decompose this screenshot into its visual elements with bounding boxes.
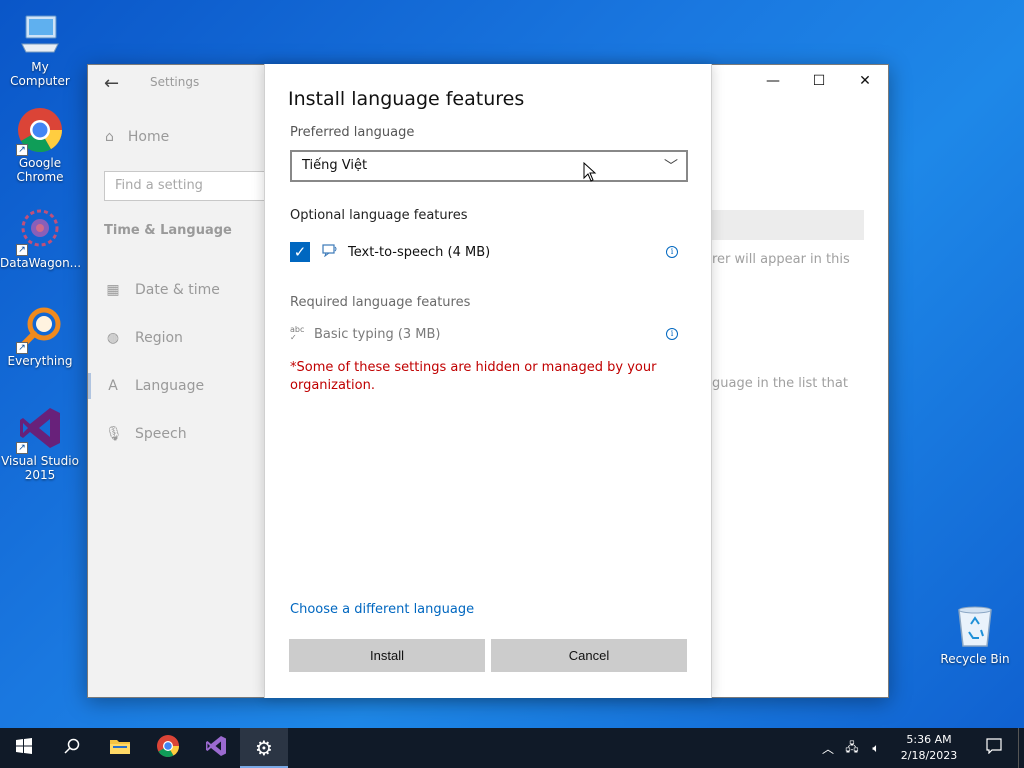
maximize-icon[interactable]: ☐ <box>796 65 842 97</box>
notification-icon <box>986 738 1002 758</box>
chrome-icon <box>156 734 180 762</box>
search-button[interactable] <box>48 728 96 768</box>
show-desktop-button[interactable] <box>1018 728 1024 768</box>
computer-icon <box>16 10 64 58</box>
window-caption-buttons: — ☐ ✕ <box>750 65 888 97</box>
clock-time: 5:36 AM <box>906 733 952 746</box>
network-icon[interactable]: 🖧︎ <box>840 738 864 759</box>
visual-studio-icon <box>204 734 228 762</box>
settings-nav-pane: ← Settings ⌂ Home Find a setting Time & … <box>88 65 274 697</box>
preferred-language-dropdown[interactable]: Tiếng Việt ﹀ <box>290 150 688 182</box>
system-tray: ︿ 🖧︎ 🔈︎ 5:36 AM 2/18/2023 <box>816 728 1024 768</box>
close-icon[interactable]: ✕ <box>842 65 888 97</box>
desktop-icon-label: My Computer <box>10 60 70 88</box>
app-title: Settings <box>150 75 200 89</box>
chevron-up-icon[interactable]: ︿ <box>816 740 840 757</box>
clock-date: 2/18/2023 <box>900 749 958 762</box>
nav-selection-indicator <box>88 373 91 399</box>
choose-different-language-link[interactable]: Choose a different language <box>290 602 474 617</box>
action-center-button[interactable] <box>970 738 1018 758</box>
taskbar: ⚙ ︿ 🖧︎ 🔈︎ 5:36 AM 2/18/2023 <box>0 728 1024 768</box>
managed-warning: *Some of these settings are hidden or ma… <box>290 360 657 393</box>
basic-typing-label: Basic typing (3 MB) <box>314 326 441 342</box>
install-language-features-dialog: Install language features Preferred lang… <box>264 64 712 698</box>
desktop-icon-label: Google Chrome <box>16 156 64 184</box>
optional-feature-row[interactable]: ✓ Text-to-speech (4 MB) <box>290 242 490 262</box>
info-icon[interactable]: i <box>666 246 678 258</box>
taskbar-chrome[interactable] <box>144 728 192 768</box>
taskbar-visual-studio[interactable] <box>192 728 240 768</box>
background-text: rer will appear in this <box>712 252 850 267</box>
volume-icon[interactable]: 🔈︎ <box>864 741 888 756</box>
section-heading: Time & Language <box>104 223 232 238</box>
info-icon[interactable]: i <box>666 328 678 340</box>
minimize-icon[interactable]: — <box>750 65 796 97</box>
start-button[interactable] <box>0 728 48 768</box>
nav-home[interactable]: ⌂ Home <box>105 129 169 145</box>
nav-item-language[interactable]: A Language <box>105 378 204 394</box>
desktop-icon-recycle-bin[interactable]: Recycle Bin <box>940 602 1010 666</box>
globe-icon: ◍ <box>106 330 120 346</box>
desktop-icon-label: Everything <box>7 354 73 368</box>
nav-item-label: Language <box>135 378 205 394</box>
dialog-title: Install language features <box>288 88 525 110</box>
desktop-icon-my-computer[interactable]: My Computer <box>0 10 80 88</box>
text-to-speech-icon <box>322 243 338 261</box>
nav-home-label: Home <box>127 129 170 145</box>
taskbar-file-explorer[interactable] <box>96 728 144 768</box>
basic-typing-icon: abc ✓ <box>290 325 305 342</box>
desktop-icon-label: DataWagon... <box>0 256 82 270</box>
everything-icon: ↗ <box>16 304 64 354</box>
nav-item-label: Date & time <box>135 282 220 298</box>
shortcut-arrow-icon: ↗ <box>16 244 28 256</box>
text-to-speech-label: Text-to-speech (4 MB) <box>348 244 491 260</box>
chrome-icon: ↗ <box>16 106 64 156</box>
optional-features-label: Optional language features <box>290 208 468 223</box>
home-icon: ⌂ <box>105 129 114 145</box>
mouse-cursor-icon <box>583 161 597 186</box>
back-arrow-icon[interactable]: ← <box>104 73 119 94</box>
shortcut-arrow-icon: ↗ <box>16 144 28 156</box>
shortcut-arrow-icon: ↗ <box>16 442 28 454</box>
folder-icon <box>109 737 131 759</box>
preferred-language-value: Tiếng Việt <box>302 158 368 173</box>
required-features-label: Required language features <box>290 295 471 310</box>
nav-item-label: Speech <box>135 426 187 442</box>
cancel-button[interactable]: Cancel <box>491 639 687 672</box>
calendar-clock-icon: ▦ <box>106 282 120 298</box>
gear-icon: ⚙ <box>255 736 273 760</box>
desktop-icon-everything[interactable]: ↗ Everything <box>0 304 80 368</box>
taskbar-settings[interactable]: ⚙ <box>240 728 288 768</box>
desktop-icon-label: Visual Studio 2015 <box>1 454 79 482</box>
required-feature-row: abc ✓ Basic typing (3 MB) <box>290 326 441 342</box>
nav-item-region[interactable]: ◍ Region <box>105 330 183 346</box>
visual-studio-icon: ↗ <box>16 404 64 454</box>
recycle-bin-label: Recycle Bin <box>940 652 1010 666</box>
chevron-down-icon: ﹀ <box>664 159 678 175</box>
language-icon: A <box>108 378 118 394</box>
desktop-icon-google-chrome[interactable]: ↗ Google Chrome <box>0 106 80 184</box>
recycle-bin-icon <box>953 602 997 648</box>
nav-item-date-time[interactable]: ▦ Date & time <box>105 282 220 298</box>
desktop-icon-datawagon[interactable]: ↗ DataWagon... <box>0 206 82 270</box>
windows-logo-icon <box>16 738 32 758</box>
background-list-item <box>712 210 864 240</box>
nav-item-speech[interactable]: 🎙︎ Speech <box>105 426 187 442</box>
microphone-icon: 🎙︎ <box>105 426 123 442</box>
shortcut-arrow-icon: ↗ <box>16 342 28 354</box>
desktop-icon-visual-studio[interactable]: ↗ Visual Studio 2015 <box>0 404 80 482</box>
clock[interactable]: 5:36 AM 2/18/2023 <box>888 732 970 764</box>
background-text: guage in the list that <box>712 376 848 391</box>
preferred-language-label: Preferred language <box>290 125 415 140</box>
install-button[interactable]: Install <box>289 639 485 672</box>
datawagon-icon: ↗ <box>16 206 64 256</box>
text-to-speech-checkbox[interactable]: ✓ <box>290 242 310 262</box>
nav-item-label: Region <box>135 330 183 346</box>
search-icon <box>64 738 80 758</box>
find-setting-input[interactable]: Find a setting <box>104 171 274 201</box>
